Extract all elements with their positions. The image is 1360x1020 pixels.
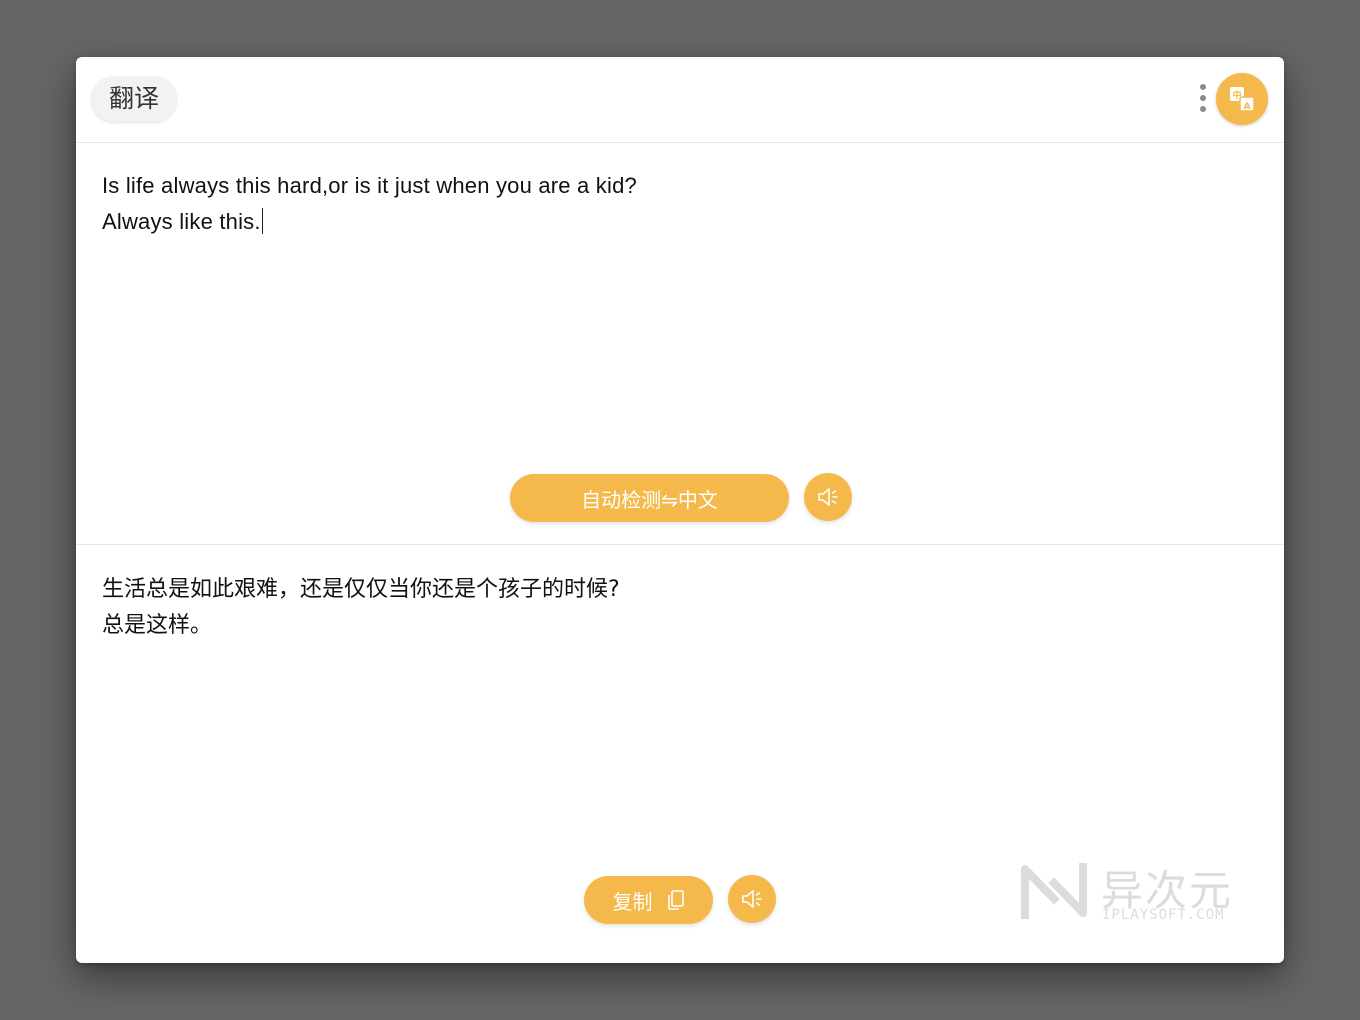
svg-text:A: A bbox=[1244, 102, 1251, 112]
svg-text:中: 中 bbox=[1232, 89, 1241, 101]
watermark: 异次元 IPLAYSOFT.COM bbox=[1021, 857, 1251, 927]
language-toggle-button[interactable]: 自动检测⇋中文 bbox=[510, 474, 789, 522]
source-line-2: Always like this. bbox=[102, 209, 261, 234]
source-line-1: Is life always this hard,or is it just w… bbox=[102, 173, 637, 198]
translation-line-1: 生活总是如此艰难，还是仅仅当你还是个孩子的时候? bbox=[102, 577, 620, 602]
text-caret bbox=[261, 208, 263, 234]
language-toggle-label: 自动检测⇋中文 bbox=[581, 487, 718, 512]
speak-source-button[interactable] bbox=[804, 473, 852, 521]
more-vertical-icon[interactable] bbox=[1197, 84, 1209, 118]
app-title: 翻译 bbox=[91, 76, 178, 122]
speaker-icon bbox=[742, 890, 762, 908]
speaker-icon bbox=[818, 488, 838, 506]
watermark-logo-icon bbox=[1021, 863, 1087, 919]
copy-icon bbox=[667, 890, 684, 910]
translate-icon[interactable]: 中 A bbox=[1216, 73, 1268, 125]
copy-button[interactable]: 复制 bbox=[584, 876, 713, 924]
copy-label: 复制 bbox=[612, 889, 653, 914]
watermark-en: IPLAYSOFT.COM bbox=[1102, 907, 1225, 923]
translation-line-2: 总是这样。 bbox=[102, 613, 213, 638]
source-text[interactable]: Is life always this hard,or is it just w… bbox=[102, 168, 637, 240]
translate-window: 翻译 中 A Is life always this hard,or is it… bbox=[76, 57, 1284, 963]
translation-text: 生活总是如此艰难，还是仅仅当你还是个孩子的时候? 总是这样。 bbox=[102, 572, 620, 644]
section-divider bbox=[76, 544, 1284, 545]
header: 翻译 中 A bbox=[76, 57, 1284, 143]
speak-translation-button[interactable] bbox=[728, 875, 776, 923]
